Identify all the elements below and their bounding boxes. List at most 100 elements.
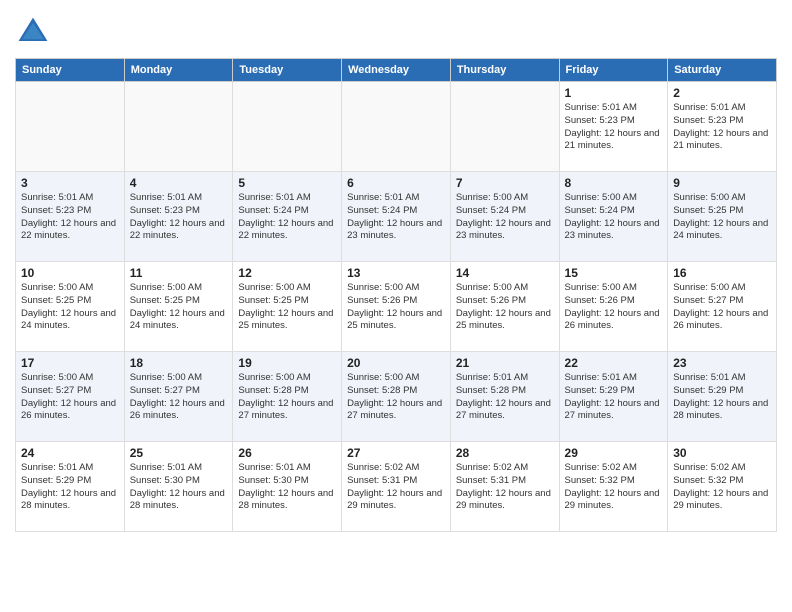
calendar-week-3: 17 Sunrise: 5:00 AM Sunset: 5:27 PM Dayli…: [16, 352, 777, 442]
calendar-cell: 12 Sunrise: 5:00 AM Sunset: 5:25 PM Dayli…: [233, 262, 342, 352]
day-info: Sunrise: 5:01 AM Sunset: 5:29 PM Dayligh…: [565, 372, 663, 423]
day-info: Sunrise: 5:00 AM Sunset: 5:27 PM Dayligh…: [130, 372, 228, 423]
logo: [15, 14, 55, 50]
day-number: 4: [130, 176, 228, 190]
day-number: 8: [565, 176, 663, 190]
day-number: 20: [347, 356, 445, 370]
day-info: Sunrise: 5:01 AM Sunset: 5:23 PM Dayligh…: [565, 102, 663, 153]
day-info: Sunrise: 5:02 AM Sunset: 5:32 PM Dayligh…: [565, 462, 663, 513]
calendar-cell: 18 Sunrise: 5:00 AM Sunset: 5:27 PM Dayli…: [124, 352, 233, 442]
calendar-week-2: 10Sunrise: 5:00 AM Sunset: 5:25 PM Dayli…: [16, 262, 777, 352]
day-number: 24: [21, 446, 119, 460]
calendar-cell: 15 Sunrise: 5:00 AM Sunset: 5:26 PM Dayli…: [559, 262, 668, 352]
calendar-header-sunday: Sunday: [16, 59, 125, 82]
day-number: 28: [456, 446, 554, 460]
header: [15, 10, 777, 50]
calendar-cell: [233, 82, 342, 172]
calendar-week-0: 1 Sunrise: 5:01 AM Sunset: 5:23 PM Daylig…: [16, 82, 777, 172]
day-info: Sunrise: 5:01 AM Sunset: 5:23 PM Dayligh…: [673, 102, 771, 153]
calendar-cell: [450, 82, 559, 172]
day-number: 15: [565, 266, 663, 280]
day-number: 26: [238, 446, 336, 460]
day-number: 27: [347, 446, 445, 460]
day-number: 1: [565, 86, 663, 100]
day-info: Sunrise: 5:01 AM Sunset: 5:23 PM Dayligh…: [130, 192, 228, 243]
calendar-cell: 6 Sunrise: 5:01 AM Sunset: 5:24 PM Daylig…: [342, 172, 451, 262]
calendar-cell: 20 Sunrise: 5:00 AM Sunset: 5:28 PM Dayli…: [342, 352, 451, 442]
day-info: Sunrise: 5:02 AM Sunset: 5:32 PM Dayligh…: [673, 462, 771, 513]
day-number: 5: [238, 176, 336, 190]
calendar-header-thursday: Thursday: [450, 59, 559, 82]
calendar-week-4: 24 Sunrise: 5:01 AM Sunset: 5:29 PM Dayli…: [16, 442, 777, 532]
calendar-cell: [16, 82, 125, 172]
calendar-cell: [124, 82, 233, 172]
calendar-cell: 10Sunrise: 5:00 AM Sunset: 5:25 PM Dayli…: [16, 262, 125, 352]
calendar-cell: 19Sunrise: 5:00 AM Sunset: 5:28 PM Dayli…: [233, 352, 342, 442]
day-number: 16: [673, 266, 771, 280]
calendar-cell: 21 Sunrise: 5:01 AM Sunset: 5:28 PM Dayli…: [450, 352, 559, 442]
calendar-cell: 3Sunrise: 5:01 AM Sunset: 5:23 PM Daylig…: [16, 172, 125, 262]
calendar-cell: 17 Sunrise: 5:00 AM Sunset: 5:27 PM Dayli…: [16, 352, 125, 442]
calendar-cell: 2Sunrise: 5:01 AM Sunset: 5:23 PM Daylig…: [668, 82, 777, 172]
day-info: Sunrise: 5:01 AM Sunset: 5:24 PM Dayligh…: [238, 192, 336, 243]
day-number: 12: [238, 266, 336, 280]
day-number: 30: [673, 446, 771, 460]
calendar-header-tuesday: Tuesday: [233, 59, 342, 82]
calendar-header-saturday: Saturday: [668, 59, 777, 82]
day-info: Sunrise: 5:00 AM Sunset: 5:24 PM Dayligh…: [456, 192, 554, 243]
day-info: Sunrise: 5:00 AM Sunset: 5:24 PM Dayligh…: [565, 192, 663, 243]
calendar-header-friday: Friday: [559, 59, 668, 82]
calendar-cell: [342, 82, 451, 172]
day-info: Sunrise: 5:01 AM Sunset: 5:29 PM Dayligh…: [673, 372, 771, 423]
calendar-header-monday: Monday: [124, 59, 233, 82]
day-info: Sunrise: 5:00 AM Sunset: 5:26 PM Dayligh…: [565, 282, 663, 333]
calendar-cell: 23 Sunrise: 5:01 AM Sunset: 5:29 PM Dayli…: [668, 352, 777, 442]
day-number: 25: [130, 446, 228, 460]
day-info: Sunrise: 5:00 AM Sunset: 5:28 PM Dayligh…: [347, 372, 445, 423]
day-info: Sunrise: 5:00 AM Sunset: 5:26 PM Dayligh…: [347, 282, 445, 333]
calendar-cell: 30 Sunrise: 5:02 AM Sunset: 5:32 PM Dayli…: [668, 442, 777, 532]
day-number: 6: [347, 176, 445, 190]
day-info: Sunrise: 5:01 AM Sunset: 5:29 PM Dayligh…: [21, 462, 119, 513]
day-info: Sunrise: 5:02 AM Sunset: 5:31 PM Dayligh…: [347, 462, 445, 513]
calendar-cell: 29 Sunrise: 5:02 AM Sunset: 5:32 PM Dayli…: [559, 442, 668, 532]
calendar-cell: 5 Sunrise: 5:01 AM Sunset: 5:24 PM Daylig…: [233, 172, 342, 262]
calendar-week-1: 3Sunrise: 5:01 AM Sunset: 5:23 PM Daylig…: [16, 172, 777, 262]
day-info: Sunrise: 5:01 AM Sunset: 5:28 PM Dayligh…: [456, 372, 554, 423]
day-info: Sunrise: 5:00 AM Sunset: 5:28 PM Dayligh…: [238, 372, 336, 423]
day-number: 14: [456, 266, 554, 280]
day-number: 21: [456, 356, 554, 370]
day-info: Sunrise: 5:01 AM Sunset: 5:30 PM Dayligh…: [238, 462, 336, 513]
day-number: 23: [673, 356, 771, 370]
logo-icon: [15, 14, 51, 50]
calendar-cell: 11Sunrise: 5:00 AM Sunset: 5:25 PM Dayli…: [124, 262, 233, 352]
calendar-cell: 7Sunrise: 5:00 AM Sunset: 5:24 PM Daylig…: [450, 172, 559, 262]
calendar-cell: 26 Sunrise: 5:01 AM Sunset: 5:30 PM Dayli…: [233, 442, 342, 532]
calendar-cell: 22Sunrise: 5:01 AM Sunset: 5:29 PM Dayli…: [559, 352, 668, 442]
calendar-cell: 14 Sunrise: 5:00 AM Sunset: 5:26 PM Dayli…: [450, 262, 559, 352]
day-info: Sunrise: 5:00 AM Sunset: 5:25 PM Dayligh…: [238, 282, 336, 333]
calendar-cell: 16 Sunrise: 5:00 AM Sunset: 5:27 PM Dayli…: [668, 262, 777, 352]
day-info: Sunrise: 5:00 AM Sunset: 5:26 PM Dayligh…: [456, 282, 554, 333]
calendar-cell: 28Sunrise: 5:02 AM Sunset: 5:31 PM Dayli…: [450, 442, 559, 532]
calendar-cell: 27 Sunrise: 5:02 AM Sunset: 5:31 PM Dayli…: [342, 442, 451, 532]
day-number: 9: [673, 176, 771, 190]
calendar-cell: 13 Sunrise: 5:00 AM Sunset: 5:26 PM Dayli…: [342, 262, 451, 352]
calendar-cell: 4 Sunrise: 5:01 AM Sunset: 5:23 PM Daylig…: [124, 172, 233, 262]
page: SundayMondayTuesdayWednesdayThursdayFrid…: [0, 0, 792, 612]
day-number: 18: [130, 356, 228, 370]
calendar-cell: 9Sunrise: 5:00 AM Sunset: 5:25 PM Daylig…: [668, 172, 777, 262]
day-info: Sunrise: 5:01 AM Sunset: 5:23 PM Dayligh…: [21, 192, 119, 243]
day-info: Sunrise: 5:01 AM Sunset: 5:24 PM Dayligh…: [347, 192, 445, 243]
day-number: 17: [21, 356, 119, 370]
calendar-header-row: SundayMondayTuesdayWednesdayThursdayFrid…: [16, 59, 777, 82]
calendar-cell: 25Sunrise: 5:01 AM Sunset: 5:30 PM Dayli…: [124, 442, 233, 532]
day-info: Sunrise: 5:00 AM Sunset: 5:27 PM Dayligh…: [673, 282, 771, 333]
calendar-cell: 1 Sunrise: 5:01 AM Sunset: 5:23 PM Daylig…: [559, 82, 668, 172]
day-info: Sunrise: 5:00 AM Sunset: 5:25 PM Dayligh…: [21, 282, 119, 333]
day-number: 29: [565, 446, 663, 460]
day-number: 13: [347, 266, 445, 280]
day-info: Sunrise: 5:00 AM Sunset: 5:25 PM Dayligh…: [130, 282, 228, 333]
calendar-cell: 24 Sunrise: 5:01 AM Sunset: 5:29 PM Dayli…: [16, 442, 125, 532]
day-info: Sunrise: 5:00 AM Sunset: 5:27 PM Dayligh…: [21, 372, 119, 423]
